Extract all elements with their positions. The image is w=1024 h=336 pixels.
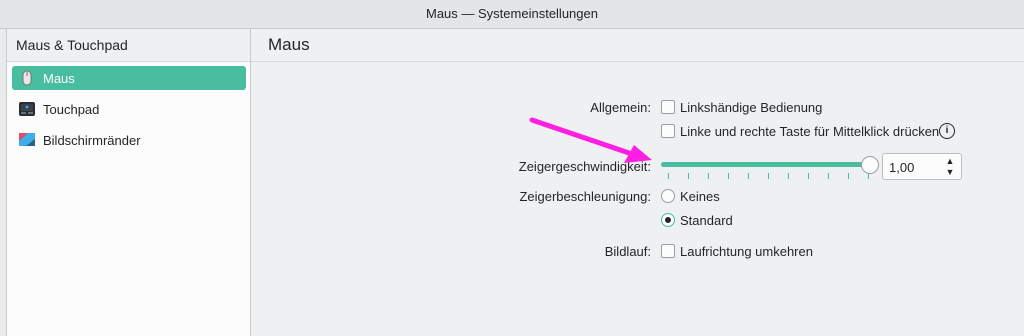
reverse-scroll-label[interactable]: Laufrichtung umkehren	[680, 244, 813, 259]
sidebar-item-label: Bildschirmränder	[43, 132, 141, 148]
sidebar-item-label: Maus	[43, 70, 75, 86]
left-handed-checkbox[interactable]	[661, 100, 675, 114]
sidebar-header: Maus & Touchpad	[7, 29, 250, 62]
page-title: Maus	[251, 29, 1024, 62]
mouse-icon	[18, 69, 36, 87]
scrolling-label: Bildlauf:	[604, 244, 651, 259]
sidebar-item-bildschirmraender[interactable]: Bildschirmränder	[12, 128, 246, 152]
middle-click-label[interactable]: Linke und rechte Taste für Mittelklick d…	[680, 124, 939, 139]
slider-tick	[668, 173, 669, 179]
sidebar: Maus & Touchpad Maus Touchpad Bildschirm…	[7, 29, 251, 336]
touchpad-icon	[18, 100, 36, 118]
acceleration-label: Zeigerbeschleunigung:	[519, 189, 651, 204]
pointer-speed-spinbox[interactable]: 1,00 ▲ ▼	[882, 153, 962, 180]
middle-click-checkbox[interactable]	[661, 124, 675, 138]
slider-tick	[748, 173, 749, 179]
info-icon[interactable]: i	[939, 123, 955, 139]
acceleration-standard-label[interactable]: Standard	[680, 213, 733, 228]
acceleration-none-label[interactable]: Keines	[680, 189, 720, 204]
left-handed-label[interactable]: Linkshändige Bedienung	[680, 100, 822, 115]
sidebar-item-touchpad[interactable]: Touchpad	[12, 97, 246, 121]
acceleration-none-radio[interactable]	[661, 189, 675, 203]
slider-tick	[808, 173, 809, 179]
slider-tick	[708, 173, 709, 179]
slider-tick	[728, 173, 729, 179]
screen-edges-icon	[18, 131, 36, 149]
sidebar-item-label: Touchpad	[43, 101, 100, 117]
chevron-down-icon[interactable]: ▼	[943, 166, 957, 178]
annotation-arrow	[529, 117, 652, 163]
pointer-speed-slider[interactable]	[661, 162, 871, 167]
reverse-scroll-checkbox[interactable]	[661, 244, 675, 258]
pointer-speed-slider-handle[interactable]	[861, 156, 879, 174]
slider-tick	[688, 173, 689, 179]
slider-tick	[768, 173, 769, 179]
acceleration-standard-radio[interactable]	[661, 213, 675, 227]
window-left-edge	[0, 29, 7, 336]
slider-tick	[828, 173, 829, 179]
pointer-speed-value: 1,00	[889, 160, 915, 175]
slider-tick	[788, 173, 789, 179]
slider-tick	[848, 173, 849, 179]
window-title: Maus — Systemeinstellungen	[0, 0, 1024, 29]
sidebar-item-maus[interactable]: Maus	[12, 66, 246, 90]
slider-tick	[868, 173, 869, 179]
